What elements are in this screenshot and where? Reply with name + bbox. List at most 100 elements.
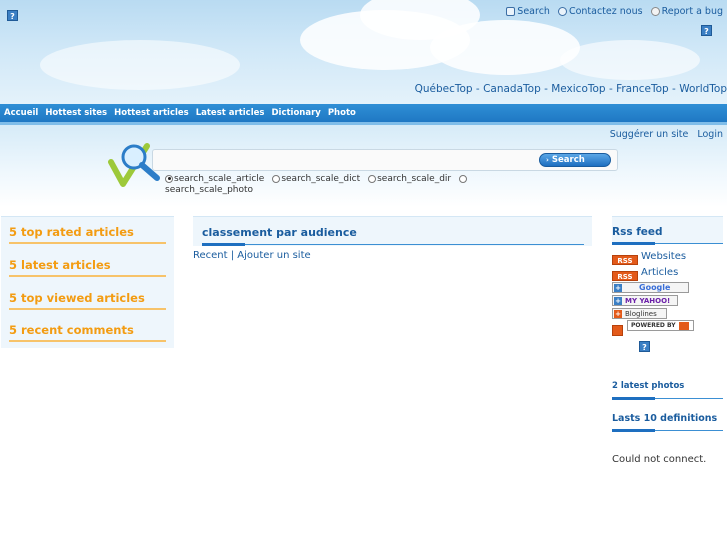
report-bug-link[interactable]: Report a bug xyxy=(650,6,723,17)
plus-icon: + xyxy=(614,309,622,318)
cloud-decoration xyxy=(560,40,700,80)
sidebar-item-top-rated[interactable]: 5 top rated articles xyxy=(9,225,166,244)
user-links: Suggérer un site Login xyxy=(610,129,723,140)
rss-icon[interactable]: RSS xyxy=(612,271,638,281)
bug-icon xyxy=(650,7,660,16)
sidebar-item-top-viewed[interactable]: 5 top viewed articles xyxy=(9,291,166,310)
contact-icon xyxy=(557,7,567,16)
region-separator: - xyxy=(472,83,484,95)
region-link-canada[interactable]: CanadaTop xyxy=(483,83,541,95)
sidebar-item-recent-comments[interactable]: 5 recent comments xyxy=(9,323,166,342)
add-site-link[interactable]: Ajouter un site xyxy=(237,250,310,261)
radio-icon[interactable] xyxy=(272,174,281,183)
feedburner-logo-icon xyxy=(678,321,689,330)
cloud-decoration xyxy=(430,20,580,75)
bloglines-label: Bloglines xyxy=(625,309,657,318)
cloud-decoration xyxy=(40,40,240,90)
sidebar-item-label: 5 top viewed articles xyxy=(9,291,145,305)
google-label: Google xyxy=(639,283,671,292)
region-links: QuébecTop - CanadaTop - MexicoTop - Fran… xyxy=(415,83,727,95)
help-icon[interactable]: ? xyxy=(7,10,18,21)
region-link-quebec[interactable]: QuébecTop xyxy=(415,83,473,95)
powered-by-label: POWERED BY xyxy=(631,322,676,329)
sidebar-item-label: 5 latest articles xyxy=(9,258,111,272)
center-links: Recent | Ajouter un site xyxy=(193,250,311,261)
definitions-heading[interactable]: Lasts 10 definitions xyxy=(612,413,717,424)
nav-item-hottest-articles[interactable]: Hottest articles xyxy=(114,108,189,118)
top-links: Search Contactez nous Report a bug xyxy=(506,6,723,17)
scope-label: search_scale_article xyxy=(174,174,265,184)
help-icon[interactable]: ? xyxy=(639,341,650,352)
scope-option-dir[interactable]: search_scale_dir xyxy=(368,174,451,185)
sidebar-item-label: 5 recent comments xyxy=(9,323,134,337)
blue-divider-accent xyxy=(612,429,655,432)
rss-section-header: Rss feed xyxy=(612,216,723,245)
search-button-label: Search xyxy=(551,155,585,165)
main-nav: Accueil Hottest sites Hottest articles L… xyxy=(0,104,727,122)
search-box: › Search xyxy=(152,149,618,171)
help-icon[interactable]: ? xyxy=(701,25,712,36)
rss-articles-link[interactable]: Articles xyxy=(641,267,678,278)
search-button[interactable]: › Search xyxy=(539,153,611,167)
scope-label: search_scale_dir xyxy=(377,174,452,184)
section-header: classement par audience xyxy=(193,216,592,246)
region-link-mexico[interactable]: MexicoTop xyxy=(551,83,605,95)
nav-item-latest-articles[interactable]: Latest articles xyxy=(196,108,265,118)
region-separator: - xyxy=(668,83,680,95)
recent-link[interactable]: Recent xyxy=(193,250,228,261)
radio-icon[interactable] xyxy=(368,174,377,183)
region-link-france[interactable]: FranceTop xyxy=(616,83,669,95)
radio-icon[interactable] xyxy=(459,174,468,183)
powered-by-badge[interactable]: POWERED BY xyxy=(627,320,694,331)
orange-divider xyxy=(9,340,166,342)
blue-divider-accent xyxy=(612,397,655,400)
add-to-bloglines-button[interactable]: + Bloglines xyxy=(612,308,667,319)
scope-option-article[interactable]: search_scale_article xyxy=(165,174,264,185)
search-bubble-icon xyxy=(506,7,516,16)
page-title: classement par audience xyxy=(202,226,357,239)
orange-divider xyxy=(9,308,166,310)
blue-divider xyxy=(202,244,584,245)
contact-link[interactable]: Contactez nous xyxy=(557,6,643,17)
search-link-label: Search xyxy=(517,6,550,17)
rss-websites-link[interactable]: Websites xyxy=(641,251,686,262)
plus-icon: + xyxy=(614,283,622,292)
orange-divider xyxy=(9,242,166,244)
radio-checked-icon[interactable] xyxy=(165,174,173,183)
add-to-my-yahoo-button[interactable]: + MY YAHOO! xyxy=(612,295,678,306)
rss-title: Rss feed xyxy=(612,226,663,238)
sidebar-item-latest[interactable]: 5 latest articles xyxy=(9,258,166,277)
blue-divider-accent xyxy=(202,243,245,246)
sidebar-item-label: 5 top rated articles xyxy=(9,225,134,239)
contact-link-label: Contactez nous xyxy=(568,6,643,17)
latest-photos-heading[interactable]: 2 latest photos xyxy=(612,381,684,391)
left-sidebar: 5 top rated articles 5 latest articles 5… xyxy=(1,216,174,348)
search-section: Suggérer un site Login › Search search_s… xyxy=(0,125,727,207)
nav-item-hottest-sites[interactable]: Hottest sites xyxy=(45,108,107,118)
rss-feed-icon[interactable] xyxy=(612,325,623,336)
rss-icon[interactable]: RSS xyxy=(612,255,638,265)
scope-label: search_scale_photo xyxy=(165,185,254,195)
region-separator: - xyxy=(540,83,552,95)
link-separator: | xyxy=(227,250,238,261)
search-link[interactable]: Search xyxy=(506,6,550,17)
nav-item-dictionary[interactable]: Dictionary xyxy=(271,108,320,118)
nav-item-photo[interactable]: Photo xyxy=(328,108,356,118)
region-link-world[interactable]: WorldTop xyxy=(679,83,727,95)
plus-icon: + xyxy=(614,296,622,305)
suggest-site-link[interactable]: Suggérer un site xyxy=(610,129,689,140)
add-to-google-button[interactable]: + Google xyxy=(612,282,689,293)
scope-label: search_scale_dict xyxy=(281,174,361,184)
blue-divider-accent xyxy=(612,242,655,245)
report-bug-label: Report a bug xyxy=(661,6,723,17)
search-input[interactable] xyxy=(161,154,531,166)
arrow-right-icon: › xyxy=(546,156,549,164)
nav-item-accueil[interactable]: Accueil xyxy=(4,108,38,118)
scope-option-photo-radio[interactable] xyxy=(459,174,468,185)
scope-option-dict[interactable]: search_scale_dict xyxy=(272,174,360,185)
orange-divider xyxy=(9,275,166,277)
region-separator: - xyxy=(605,83,617,95)
login-link[interactable]: Login xyxy=(697,129,723,140)
search-scope-options: search_scale_article search_scale_dict sea… xyxy=(165,174,485,196)
connection-error-text: Could not connect. xyxy=(612,454,707,465)
